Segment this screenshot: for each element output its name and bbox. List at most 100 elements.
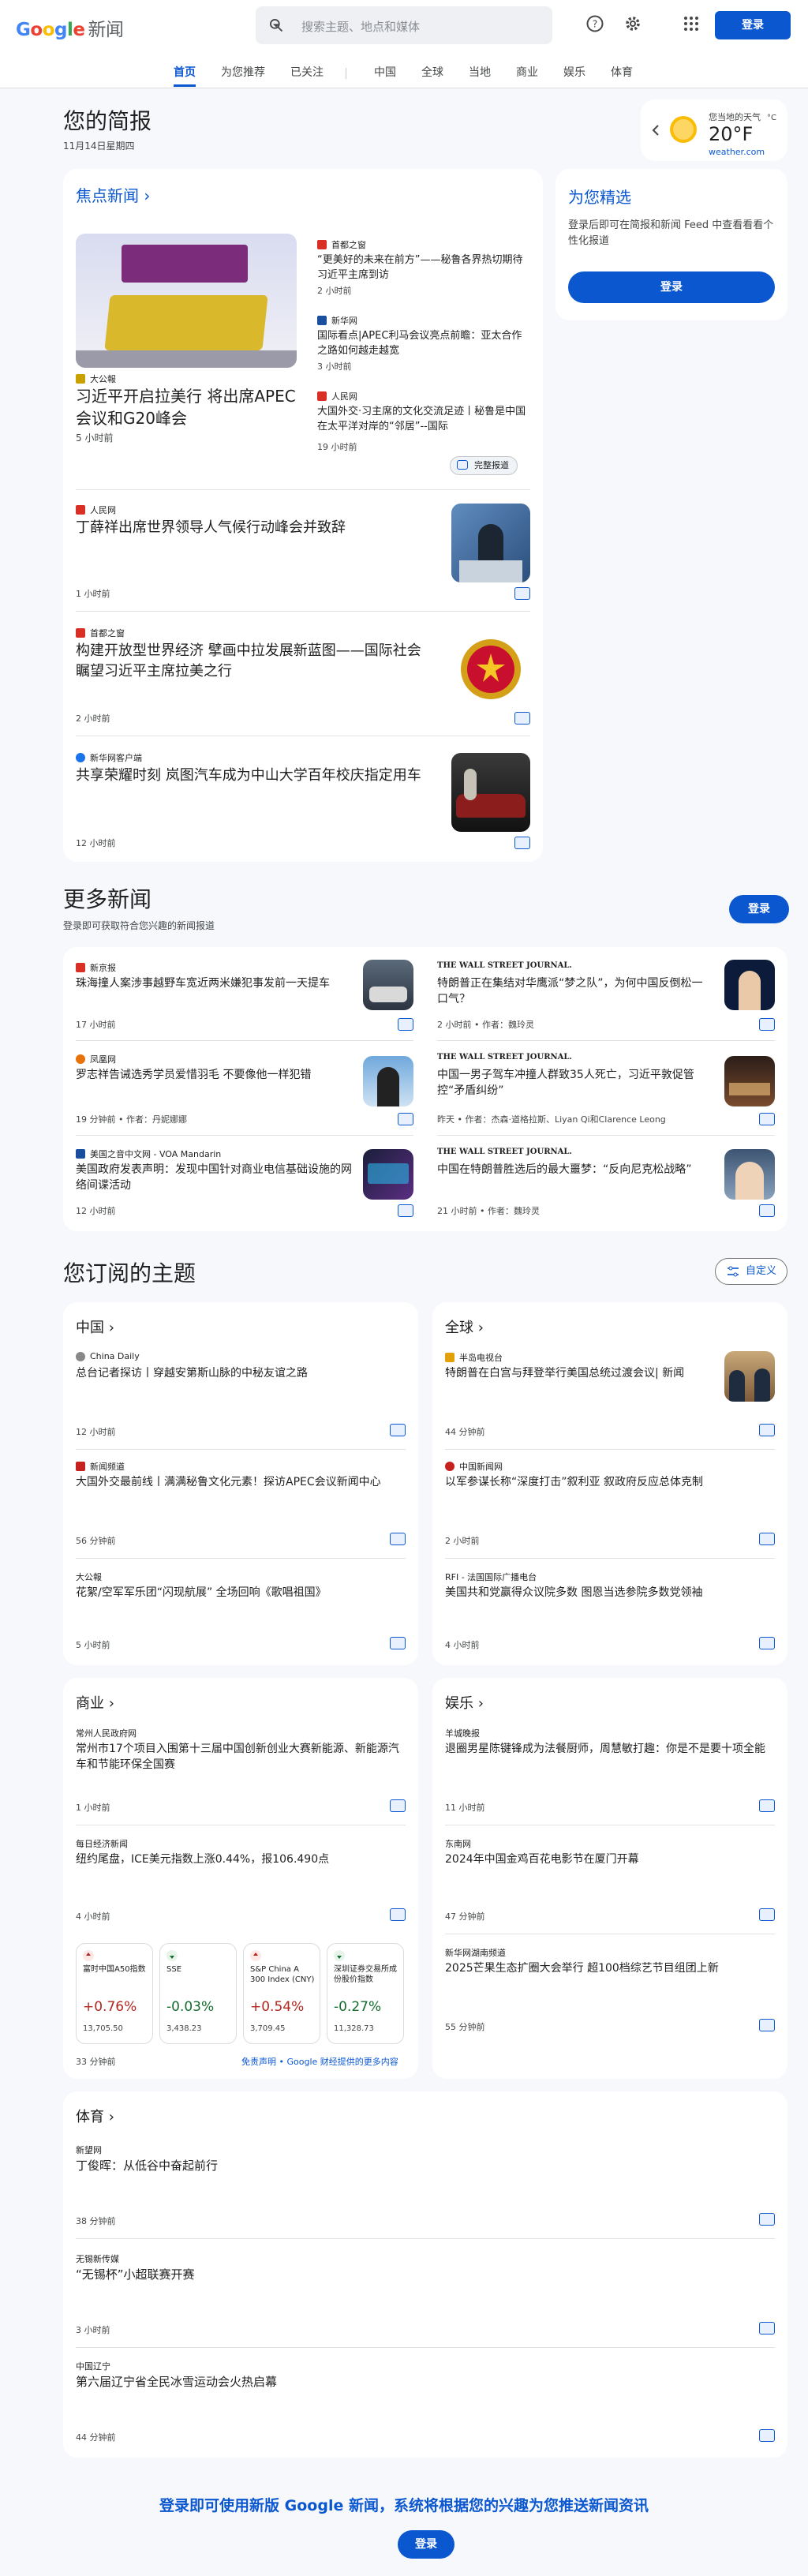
story-thumbnail[interactable] [724,1351,775,1402]
story-headline[interactable]: 退圈男星陈键锋成为法餐厨师，周慧敏打趣：你是不是要十项全能 [445,1741,769,1757]
tab-world[interactable]: 全球 [421,65,443,87]
story-headline[interactable]: 纽约尾盘，ICE美元指数上涨0.44%，报106.490点 [76,1852,391,1867]
full-coverage-icon[interactable] [398,1113,413,1125]
story-thumbnail[interactable] [724,960,775,1010]
story-headline[interactable]: 特朗普正在集结对华鹰派“梦之队”，为何中国反倒松一口气？ [437,975,713,1007]
full-coverage-icon[interactable] [514,587,530,600]
tab-sports[interactable]: 体育 [611,65,633,87]
stock-tile[interactable]: 富时中国A50指数 +0.76% 13,705.50 [76,1943,153,2044]
search-input[interactable]: 搜索主题、地点和媒体 [256,6,552,44]
full-coverage-icon[interactable] [759,1204,775,1217]
google-news-logo[interactable]: Google 新闻 [16,14,124,41]
help-icon[interactable]: ? [585,14,604,33]
source-name: 新闻频道 [90,1462,125,1472]
full-coverage-icon[interactable] [390,1637,406,1649]
side-story-headline[interactable]: 大国外交·习主席的文化交流足迹丨秘鲁是中国在太平洋对岸的“邻居”--国际 [317,404,530,434]
full-coverage-icon[interactable] [759,1018,775,1031]
sign-in-button[interactable]: 登录 [715,11,791,39]
story-thumbnail[interactable] [363,1056,413,1106]
topic-world-link[interactable]: 全球 › [445,1316,484,1337]
tab-entertainment[interactable]: 娱乐 [563,65,585,87]
full-coverage-icon[interactable] [390,1799,406,1812]
full-coverage-icon[interactable] [514,837,530,849]
full-coverage-icon[interactable] [759,2429,775,2442]
story-headline[interactable]: 2025芒果生态扩圈大会举行 超100档综艺节目组团上新 [445,1960,769,1976]
tab-home[interactable]: 首页 [174,65,196,87]
stock-tile[interactable]: 深圳证券交易所成份股价指数 -0.27% 11,328.73 [327,1943,404,2044]
chevron-left-icon[interactable] [652,125,660,136]
full-coverage-icon[interactable] [390,1908,406,1921]
story-headline[interactable]: 丁薛祥出席世界领导人气候行动峰会并致辞 [76,518,423,538]
footer-sign-in-button[interactable]: 登录 [398,2530,454,2559]
full-coverage-icon[interactable] [759,2019,775,2031]
tab-for-you[interactable]: 为您推荐 [221,65,265,87]
story-headline[interactable]: 常州市17个项目入围第十三届中国创新创业大赛新能源、新能源汽车和节能环保全国赛 [76,1741,399,1773]
story-headline[interactable]: 罗志祥告诫选秀学员爱惜羽毛 不要像他一样犯错 [76,1067,352,1083]
weather-widget[interactable]: 您当地的天气 20°F °C weather.com [641,99,787,161]
story-thumbnail[interactable] [451,504,530,582]
weather-source-link[interactable]: weather.com [709,147,765,157]
story-thumbnail[interactable] [451,753,530,832]
story-headline[interactable]: 中国在特朗普胜选后的最大噩梦：“反向尼克松战略” [437,1162,713,1178]
tab-following[interactable]: 已关注 [290,65,324,87]
full-coverage-icon[interactable] [759,2213,775,2226]
tab-local[interactable]: 当地 [469,65,491,87]
topic-entertainment-link[interactable]: 娱乐 › [445,1692,484,1713]
full-coverage-icon[interactable] [514,712,530,724]
weather-unit-toggle[interactable]: °C [767,114,776,122]
story-thumbnail[interactable] [451,630,530,709]
full-coverage-icon[interactable] [759,1908,775,1921]
main-story-headline[interactable]: 习近平开启拉美行 将出席APEC会议和G20峰会 [76,385,297,429]
full-coverage-button[interactable]: 完整报道 [450,456,518,475]
story-headline[interactable]: 第六届辽宁省全民冰雪运动会火热启幕 [76,2374,549,2390]
apps-grid-icon[interactable] [682,14,701,33]
full-coverage-icon[interactable] [390,1424,406,1436]
stock-tile[interactable]: S&P China A 300 Index (CNY) +0.54% 3,709.4… [243,1943,320,2044]
source-name: 每日经济新闻 [76,1839,128,1849]
full-coverage-icon[interactable] [390,1533,406,1545]
full-coverage-icon[interactable] [759,2322,775,2334]
chevron-down-icon[interactable] [268,17,284,33]
story-headline[interactable]: 珠海撞人案涉事越野车宽近两米嫌犯事发前一天提车 [76,975,352,991]
topic-sports-link[interactable]: 体育 › [76,2106,114,2126]
picks-sign-in-button[interactable]: 登录 [568,271,775,303]
story-headline[interactable]: 美国共和党赢得众议院多数 图恩当选参院多数党领袖 [445,1585,745,1601]
full-coverage-icon[interactable] [398,1018,413,1031]
customize-button[interactable]: 自定义 [715,1258,787,1285]
story-headline[interactable]: 中国一男子驾车冲撞人群致35人死亡，习近平敦促管控“矛盾纠纷” [437,1067,713,1099]
full-coverage-icon[interactable] [759,1533,775,1545]
gear-icon[interactable] [623,14,642,33]
full-coverage-icon[interactable] [759,1637,775,1649]
tab-china[interactable]: 中国 [374,65,396,87]
story-headline[interactable]: 丁俊晖：从低谷中奋起前行 [76,2158,549,2174]
story-headline[interactable]: “无锡杯”小超联赛开赛 [76,2267,549,2282]
top-stories-link[interactable]: 焦点新闻 › [76,183,150,206]
story-headline[interactable]: 总台记者探访丨穿越安第斯山脉的中秘友谊之路 [76,1365,391,1381]
story-headline[interactable]: 共享荣耀时刻 岚图汽车成为中山大学百年校庆指定用车 [76,766,431,786]
story-headline[interactable]: 花絮/空军军乐团“闪现航展” 全场回响《歌唱祖国》 [76,1585,360,1601]
topic-china-link[interactable]: 中国 › [76,1316,114,1337]
main-story-image[interactable] [76,234,297,368]
full-coverage-icon[interactable] [398,1204,413,1217]
finance-disclaimer-link[interactable]: 免责声明 • Google 财经提供的更多内容 [241,2055,398,2068]
story-thumbnail[interactable] [363,1149,413,1200]
topic-business-link[interactable]: 商业 › [76,1692,114,1713]
story-thumbnail[interactable] [724,1149,775,1200]
story-headline[interactable]: 以军参谋长称“深度打击”叙利亚 叙政府反应总体克制 [445,1474,761,1490]
more-news-sign-in-button[interactable]: 登录 [729,895,789,923]
stock-tile[interactable]: SSE -0.03% 3,438.23 [159,1943,237,2044]
story-thumbnail[interactable] [363,960,413,1010]
side-story-headline[interactable]: “更美好的未来在前方”——秘鲁各界热切期待习近平主席到访 [317,253,530,283]
story-headline[interactable]: 特朗普在白宫与拜登举行美国总统过渡会议| 新闻 [445,1365,705,1381]
full-coverage-icon[interactable] [759,1424,775,1436]
story-headline[interactable]: 2024年中国金鸡百花电影节在厦门开幕 [445,1852,761,1867]
story-thumbnail[interactable] [724,1056,775,1106]
story-source: 新华网湖南频道 [445,1946,506,1959]
story-headline[interactable]: 大国外交最前线丨满满秘鲁文化元素！探访APEC会议新闻中心 [76,1474,391,1490]
story-headline[interactable]: 构建开放型世界经济 擘画中拉发展新蓝图——国际社会瞩望习近平主席拉美之行 [76,641,431,682]
full-coverage-icon[interactable] [759,1113,775,1125]
side-story-headline[interactable]: 国际看点|APEC利马会议亮点前瞻：亚太合作之路如何越走越宽 [317,328,530,358]
full-coverage-icon[interactable] [759,1799,775,1812]
tab-business[interactable]: 商业 [516,65,538,87]
story-headline[interactable]: 美国政府发表声明：发现中国针对商业电信基础设施的网络间谍活动 [76,1162,352,1193]
